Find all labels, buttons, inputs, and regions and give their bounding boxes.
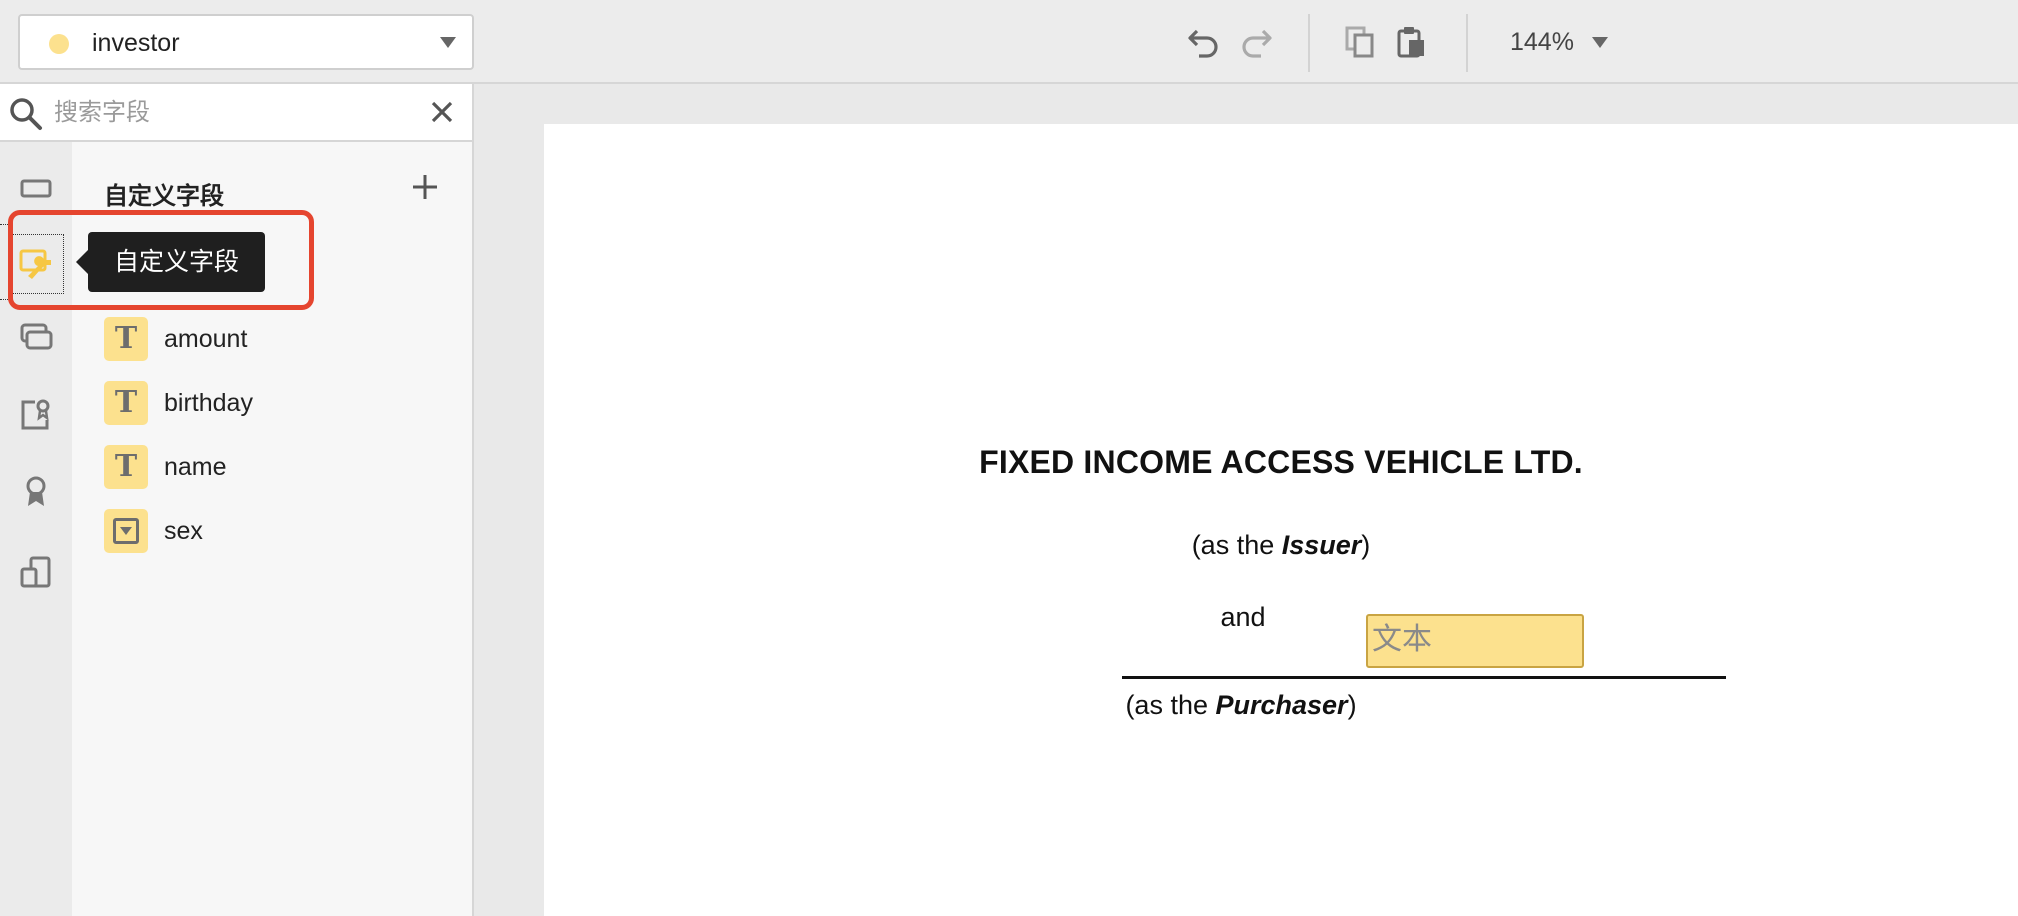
undo-icon <box>1188 29 1218 58</box>
search-icon <box>10 98 42 130</box>
field-category-rail <box>0 142 72 916</box>
placed-text-field[interactable]: 文本 <box>1366 614 1584 668</box>
field-item-sex[interactable]: sex <box>104 508 464 554</box>
field-label: name <box>164 452 227 481</box>
search-bar <box>0 84 472 142</box>
copy-button[interactable] <box>1340 22 1380 62</box>
text-type-icon: T <box>104 381 148 425</box>
field-label: amount <box>164 324 248 353</box>
dropdown-type-icon <box>104 509 148 553</box>
doc-text: ) <box>1361 530 1371 560</box>
doc-and: and <box>1220 602 1266 632</box>
signer-name: investor <box>92 29 180 57</box>
field-item-name[interactable]: T name <box>104 444 464 490</box>
chevron-down-icon <box>440 37 456 48</box>
panel-title: 自定义字段 <box>104 182 224 210</box>
document-canvas[interactable]: FIXED INCOME ACCESS VEHICLE LTD. (as the… <box>474 84 2018 916</box>
document-page[interactable]: FIXED INCOME ACCESS VEHICLE LTD. (as the… <box>544 124 2018 916</box>
text-field-icon <box>20 179 52 198</box>
badge-icon <box>26 476 46 506</box>
doc-purchaser-line: (as the Purchaser) <box>504 690 1978 721</box>
rail-multi-field-button[interactable] <box>8 306 64 366</box>
field-label: sex <box>164 516 203 545</box>
tooltip-arrow <box>76 250 88 274</box>
rail-seal-button[interactable] <box>8 384 64 444</box>
zoom-select[interactable]: 144% <box>1510 22 1608 62</box>
search-input[interactable] <box>54 94 414 130</box>
chevron-down-icon <box>1591 36 1608 48</box>
close-icon[interactable] <box>430 100 454 124</box>
guide-line <box>0 224 8 225</box>
doc-text: (as the <box>1125 690 1216 720</box>
device-icon <box>20 556 51 588</box>
rail-text-field-button[interactable] <box>8 158 64 218</box>
rail-device-button[interactable] <box>8 542 64 602</box>
add-field-button[interactable] <box>410 172 440 202</box>
text-type-icon: T <box>104 317 148 361</box>
redo-button[interactable] <box>1236 22 1276 62</box>
rail-badge-button[interactable] <box>8 462 64 522</box>
field-label: birthday <box>164 388 253 417</box>
paste-button[interactable] <box>1392 22 1432 62</box>
text-type-icon: T <box>104 445 148 489</box>
seal-signature-icon <box>21 399 50 430</box>
custom-field-icon <box>19 249 51 279</box>
toolbar-divider <box>1308 14 1310 72</box>
tooltip: 自定义字段 <box>88 232 266 292</box>
signature-line <box>1122 676 1726 679</box>
left-panel: 自定义字段 T amount T birthday T name sex <box>0 84 474 916</box>
redo-icon <box>1242 29 1272 58</box>
doc-title: FIXED INCOME ACCESS VEHICLE LTD. <box>979 444 1583 480</box>
undo-button[interactable] <box>1184 22 1224 62</box>
guide-line <box>0 299 8 300</box>
paste-icon <box>1397 27 1424 58</box>
top-toolbar: investor 144% <box>0 0 2018 84</box>
doc-role: Purchaser <box>1215 690 1348 720</box>
doc-issuer-line: (as the Issuer) <box>544 530 2018 561</box>
copy-icon <box>1345 26 1374 58</box>
rail-custom-field-button[interactable] <box>8 234 64 294</box>
doc-role: Issuer <box>1281 530 1362 560</box>
signer-select[interactable]: investor <box>18 14 474 70</box>
field-item-amount[interactable]: T amount <box>104 316 464 362</box>
signer-color-dot <box>49 34 69 54</box>
doc-text: ) <box>1347 690 1357 720</box>
zoom-value: 144% <box>1510 27 1574 56</box>
multi-field-icon <box>20 323 53 350</box>
doc-text: (as the <box>1191 530 1282 560</box>
field-item-birthday[interactable]: T birthday <box>104 380 464 426</box>
toolbar-divider <box>1466 14 1468 72</box>
